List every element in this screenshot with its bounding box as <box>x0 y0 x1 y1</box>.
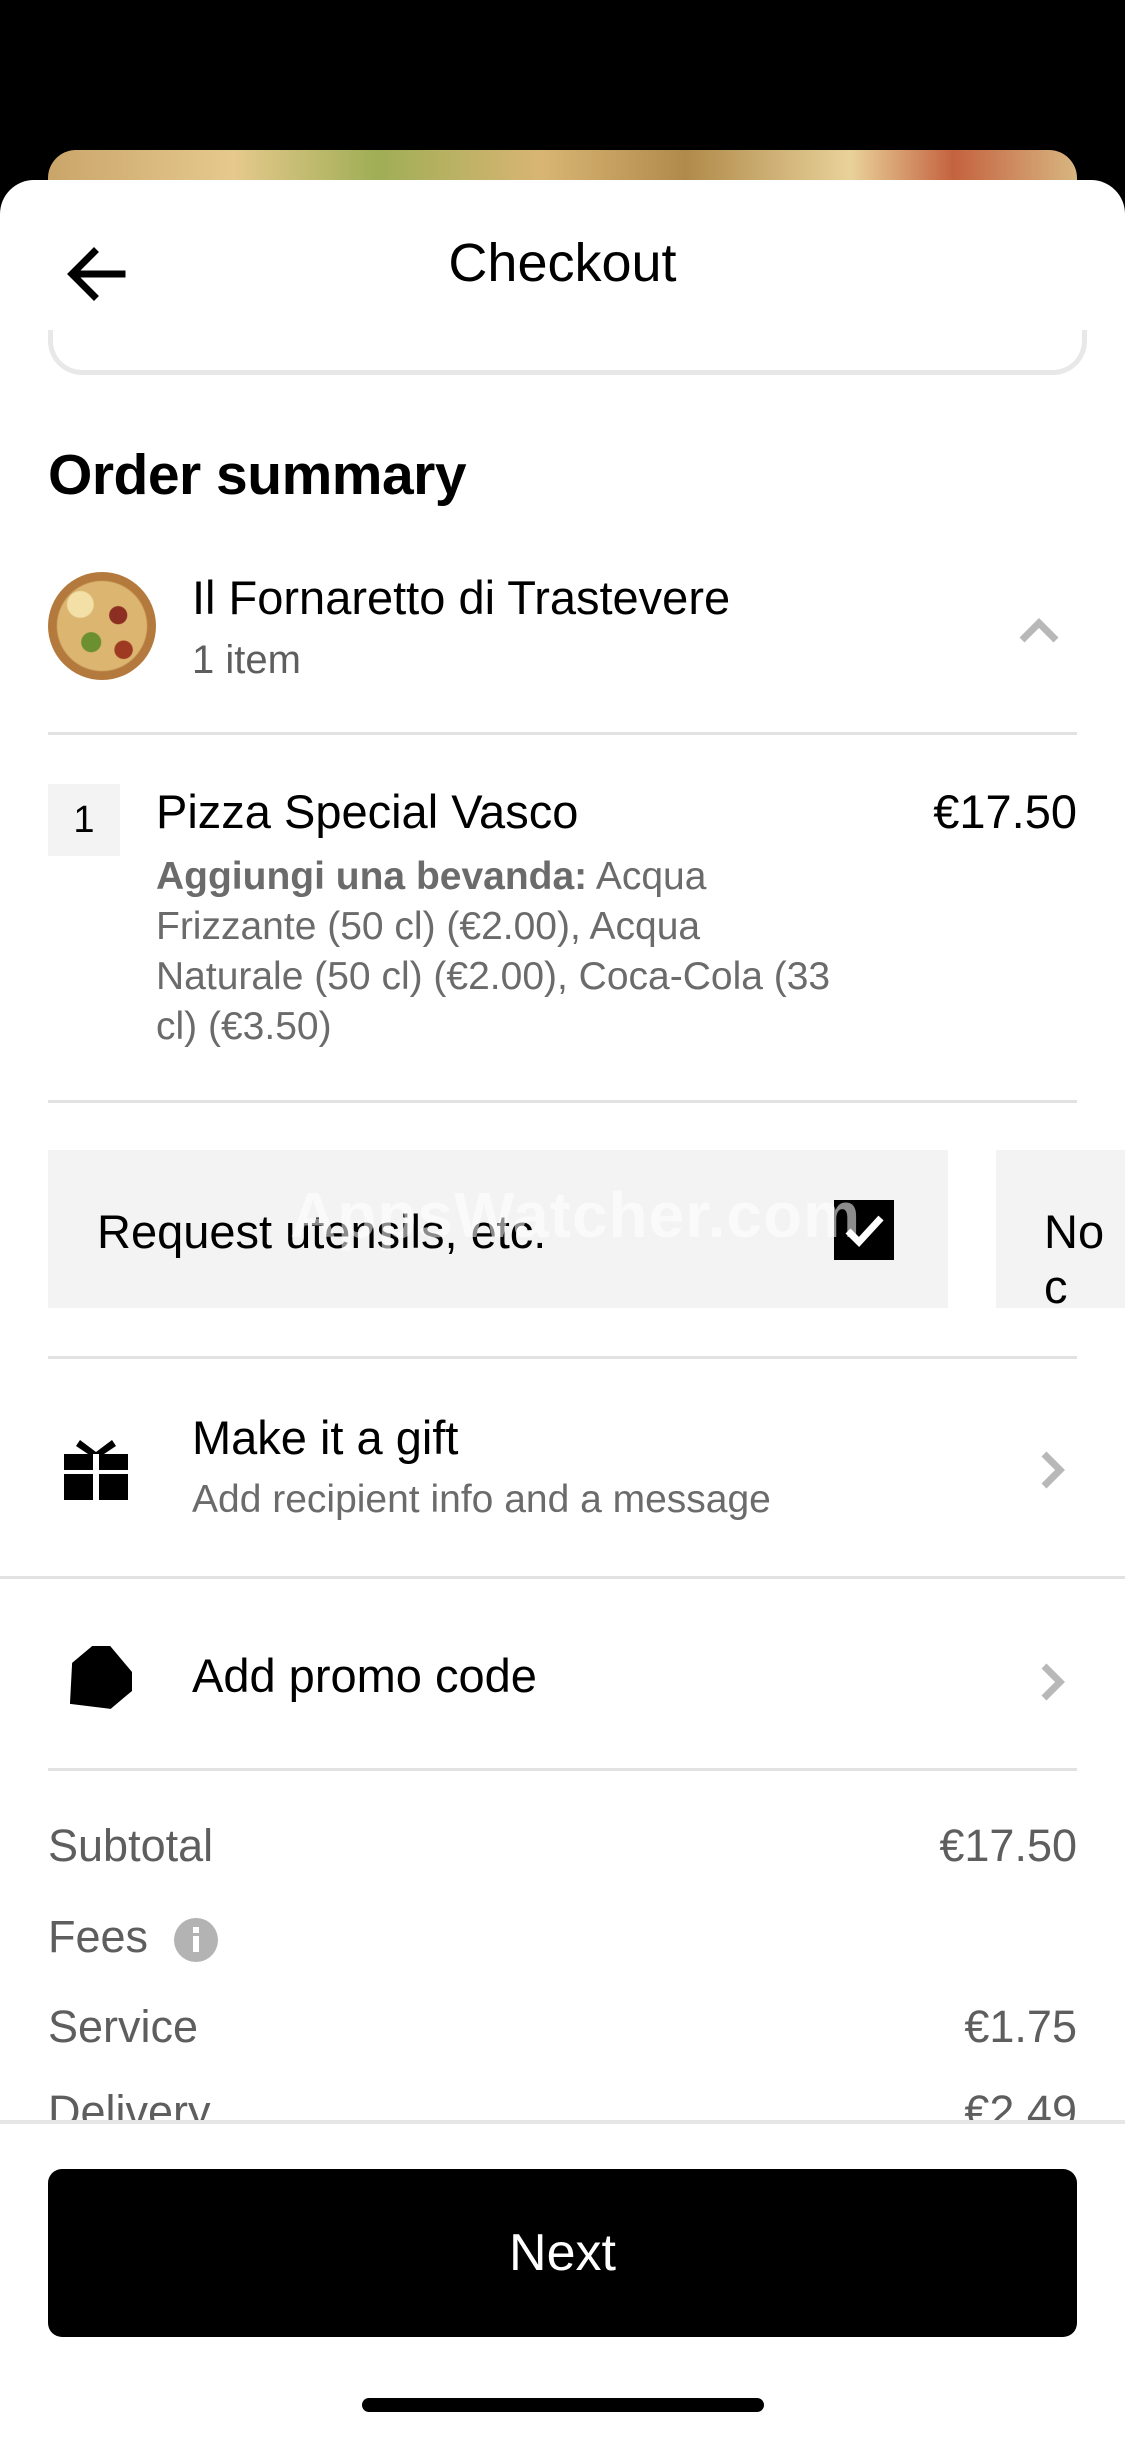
item-name: Pizza Special Vasco <box>156 785 579 838</box>
home-indicator[interactable] <box>362 2398 764 2412</box>
service-value: €1.75 <box>964 2001 1077 2052</box>
divider <box>48 732 1077 735</box>
item-quantity[interactable]: 1 <box>48 784 120 856</box>
scrolled-card-edge <box>48 330 1087 375</box>
next-button[interactable]: Next <box>48 2169 1077 2337</box>
page-title: Checkout <box>448 233 677 293</box>
order-summary-heading: Order summary <box>48 443 467 507</box>
gift-chevron[interactable] <box>1036 1448 1068 1492</box>
gift-title[interactable]: Make it a gift <box>192 1410 458 1465</box>
store-item-count: 1 item <box>192 638 301 682</box>
divider <box>48 1356 1077 1359</box>
service-label: Service <box>48 2001 199 2052</box>
subtotal-value: €17.50 <box>939 1820 1077 1871</box>
gift-icon <box>64 1440 128 1500</box>
item-options: Aggiungi una bevanda: Acqua Frizzante (5… <box>156 852 856 1052</box>
chevron-right-icon <box>1041 1663 1065 1701</box>
store-name: Il Fornaretto di Trastevere <box>192 571 731 624</box>
divider <box>48 1768 1077 1771</box>
watermark: AppsWatcher.com <box>290 1179 861 1251</box>
chevron-up-icon <box>1019 618 1059 643</box>
bottom-action-bar: Next <box>0 2120 1125 2440</box>
collapse-order-button[interactable] <box>1016 610 1062 650</box>
subtotal-label: Subtotal <box>48 1820 214 1871</box>
promo-title[interactable]: Add promo code <box>192 1648 537 1703</box>
gift-subtitle: Add recipient info and a message <box>192 1478 771 1521</box>
tag-icon <box>69 1637 142 1709</box>
fees-info-button[interactable] <box>174 1918 218 1962</box>
gift-row-icon <box>60 1432 132 1504</box>
promo-chevron[interactable] <box>1036 1660 1068 1704</box>
item-price: €17.50 <box>933 785 1077 838</box>
promo-row-icon <box>60 1637 142 1718</box>
store-avatar <box>48 572 156 680</box>
second-option-label: No c <box>1044 1205 1105 1313</box>
divider <box>48 1100 1077 1103</box>
fees-label: Fees <box>48 1911 149 1962</box>
checkout-sheet: Checkout Order summary Il Fornaretto di … <box>0 180 1125 2436</box>
item-option-label: Aggiungi una bevanda: <box>156 855 588 898</box>
info-icon <box>174 1918 218 1962</box>
chevron-right-icon <box>1041 1451 1065 1489</box>
divider <box>0 1576 1125 1579</box>
